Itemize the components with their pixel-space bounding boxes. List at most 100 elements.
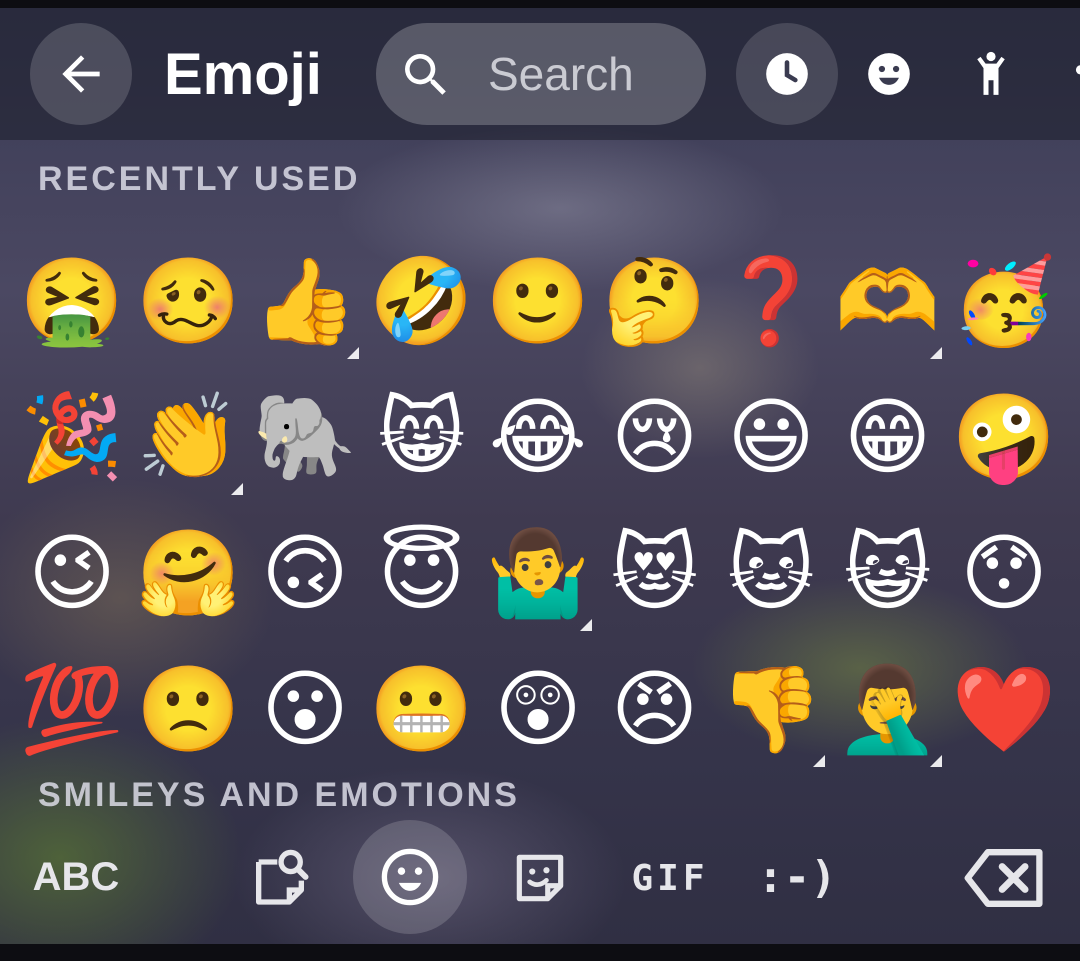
emoji-key[interactable]: 👎 <box>713 641 829 777</box>
emoji-search-field[interactable]: Search <box>376 23 706 125</box>
emoji-key[interactable]: ❓ <box>713 233 829 369</box>
delete-button[interactable] <box>955 838 1055 918</box>
emoji-glyph: 🐱 <box>727 524 815 622</box>
emoji-glyph: ❓ <box>718 252 824 350</box>
emoji-glyph: 😻 <box>610 524 699 622</box>
emoji-key[interactable]: 🤣 <box>364 233 480 369</box>
emoji-keyboard: Emoji Search RECENTLY USED 🤮 🥴 👍 🤣 🙂 🤔 ❓… <box>0 8 1080 944</box>
emoji-key[interactable]: 😬 <box>364 641 480 777</box>
emoji-glyph: 👏 <box>136 388 241 486</box>
clock-icon <box>766 53 808 95</box>
emoji-glyph: 😬 <box>369 660 474 758</box>
arrow-left-icon <box>62 55 100 93</box>
emoji-glyph: 🤣 <box>369 252 474 350</box>
sticker-search-icon <box>256 849 309 905</box>
backspace-icon <box>964 849 1043 907</box>
emoji-glyph: 🤷‍♂️ <box>485 524 591 622</box>
skin-tone-variants-indicator <box>230 483 243 495</box>
pawprint-icon <box>1075 65 1080 75</box>
category-animals-tab[interactable] <box>1042 23 1080 125</box>
back-button[interactable] <box>30 23 132 125</box>
emoji-key[interactable]: 🫶 <box>830 233 946 369</box>
emoji-glyph: 😸 <box>377 388 466 486</box>
emoji-header: Emoji Search <box>0 8 1080 140</box>
emoji-key[interactable]: 🙃 <box>247 505 363 641</box>
emoji-key[interactable]: 😮 <box>247 641 363 777</box>
category-people-tab[interactable] <box>940 23 1042 125</box>
sticker-search-button[interactable] <box>240 838 320 918</box>
emoji-key[interactable]: 🤗 <box>131 505 247 641</box>
emoji-glyph: ❤️ <box>951 660 1057 758</box>
emoji-glyph: 🙃 <box>261 524 349 622</box>
recently-used-heading: RECENTLY USED <box>38 160 361 198</box>
smileys-section-heading: SMILEYS AND EMOTIONS <box>38 776 520 814</box>
sticker-button[interactable] <box>502 840 578 916</box>
emoticon-button[interactable]: :-) <box>752 840 842 914</box>
person-icon <box>977 51 1005 95</box>
emoji-glyph: 😢 <box>610 388 699 486</box>
emoji-key[interactable]: 😇 <box>364 505 480 641</box>
emoji-glyph: 👎 <box>718 660 824 758</box>
search-placeholder: Search <box>488 48 634 100</box>
emoji-glyph: 😂 <box>488 388 588 486</box>
emoji-glyph: 🤮 <box>19 252 125 350</box>
emoji-key[interactable]: 🤷‍♂️ <box>480 505 596 641</box>
emoji-key[interactable]: 🥳 <box>946 233 1062 369</box>
smiley-face-icon <box>381 848 439 906</box>
category-recent-tab[interactable] <box>736 23 838 125</box>
emoji-glyph: 😯 <box>960 524 1048 622</box>
emoji-key[interactable]: 👍 <box>247 233 363 369</box>
emoji-key[interactable]: 🙁 <box>131 641 247 777</box>
emoji-key[interactable]: 💯 <box>14 641 130 777</box>
emoji-key[interactable]: 😻 <box>597 505 713 641</box>
page-title: Emoji <box>164 42 322 107</box>
emoji-key[interactable]: ❤️ <box>946 641 1062 777</box>
emoji-key[interactable]: 🤦‍♂️ <box>830 641 946 777</box>
emoji-glyph: 🤦‍♂️ <box>835 660 940 758</box>
skin-tone-variants-indicator <box>580 619 592 631</box>
emoji-key[interactable]: 😲 <box>480 641 596 777</box>
skin-tone-variants-indicator <box>813 755 825 767</box>
emoji-key[interactable]: 😁 <box>830 369 946 505</box>
emoji-glyph: 🫶 <box>835 252 940 350</box>
skin-tone-variants-indicator <box>347 347 359 359</box>
emoji-key[interactable]: 😢 <box>597 369 713 505</box>
emoji-key[interactable]: 😺 <box>830 505 946 641</box>
emoji-key[interactable]: 😃 <box>713 369 829 505</box>
emoji-glyph: 🎉 <box>19 388 125 486</box>
emoji-key[interactable]: 😯 <box>946 505 1062 641</box>
emoji-key[interactable]: 😸 <box>364 369 480 505</box>
emoji-key[interactable]: 😂 <box>480 369 596 505</box>
emoji-glyph: 😁 <box>843 388 932 486</box>
sticker-icon <box>516 854 564 902</box>
emoji-glyph: 😺 <box>843 524 932 622</box>
category-smileys-tab[interactable] <box>838 23 940 125</box>
emoji-key[interactable]: 👏 <box>131 369 247 505</box>
emoji-glyph: 👍 <box>252 252 358 350</box>
skin-tone-variants-indicator <box>929 755 942 767</box>
emoji-key[interactable]: 😠 <box>597 641 713 777</box>
emoji-key[interactable]: 🎉 <box>14 369 130 505</box>
emoji-glyph: 🐘 <box>252 388 358 486</box>
emoji-glyph: 😃 <box>727 388 815 486</box>
emoji-glyph: 💯 <box>19 660 125 758</box>
emoji-key[interactable]: 🐱 <box>713 505 829 641</box>
skin-tone-variants-indicator <box>929 347 942 359</box>
keyboard-bottom-bar: ABC GIF:-) <box>0 820 1080 944</box>
emoji-key[interactable]: 🙂 <box>480 233 596 369</box>
search-icon <box>405 54 446 95</box>
emoji-key[interactable]: 🤮 <box>14 233 130 369</box>
emoji-key[interactable]: 🤪 <box>946 369 1062 505</box>
emoji-key[interactable]: 😉 <box>14 505 130 641</box>
emoji-key[interactable]: 🤔 <box>597 233 713 369</box>
smiley-face-icon <box>868 53 910 95</box>
gif-button[interactable]: GIF <box>620 842 720 914</box>
emoji-glyph: 😉 <box>28 524 116 622</box>
emoji-glyph: 😮 <box>261 660 349 758</box>
emoji-glyph: 😠 <box>610 660 699 758</box>
abc-keyboard-button[interactable]: ABC <box>20 840 132 914</box>
emoji-key[interactable]: 🐘 <box>247 369 363 505</box>
emoji-glyph: 🙁 <box>136 660 241 758</box>
emoji-keyboard-tab[interactable] <box>353 820 467 934</box>
emoji-key[interactable]: 🥴 <box>131 233 247 369</box>
